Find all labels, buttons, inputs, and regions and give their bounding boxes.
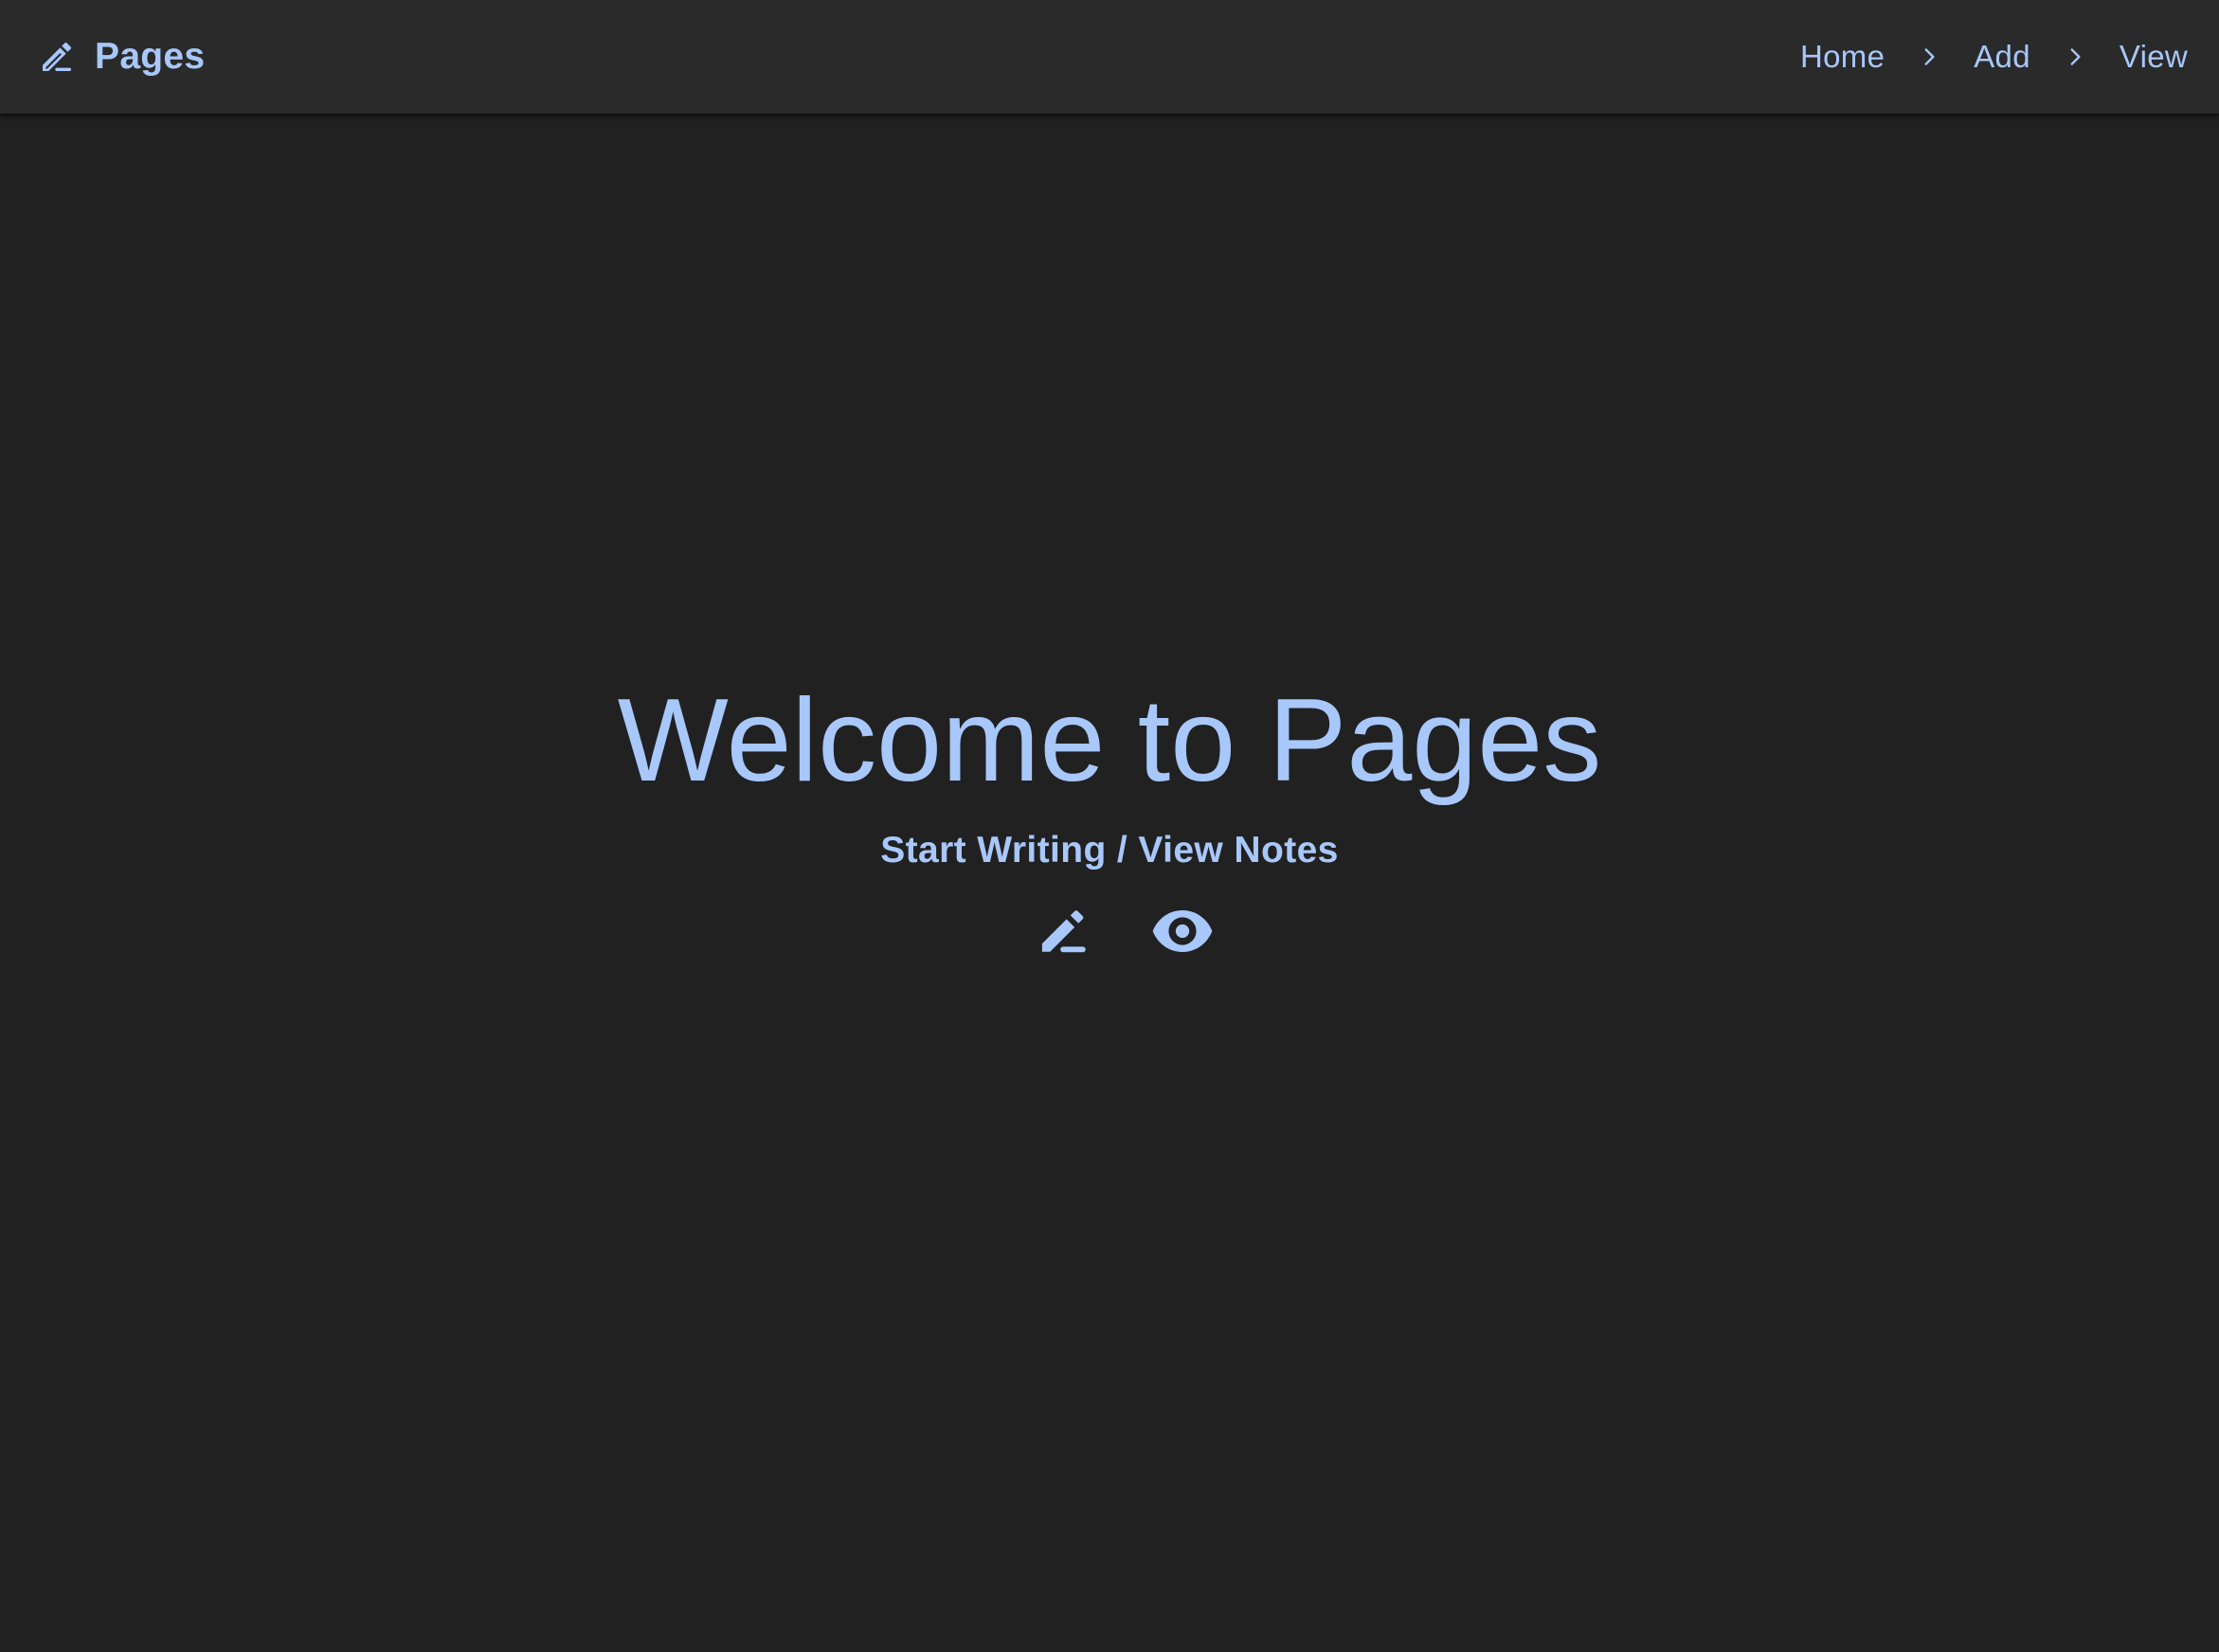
app-title: Pages [95, 36, 206, 77]
edit-pencil-icon [38, 38, 76, 76]
welcome-actions [1005, 906, 1214, 957]
app-root: Pages Home Add View Welcome to Pages Sta… [0, 0, 2219, 1652]
top-app-bar: Pages Home Add View [0, 0, 2219, 114]
breadcrumb-add-link[interactable]: Add [1974, 39, 2030, 75]
start-writing-button[interactable] [1037, 906, 1092, 957]
welcome-section: Welcome to Pages Start Writing / View No… [0, 114, 2219, 1652]
chevron-right-icon [2063, 45, 2087, 69]
edit-pencil-icon [1041, 910, 1086, 953]
breadcrumb: Home Add View [1800, 39, 2188, 75]
eye-icon [1152, 910, 1213, 952]
view-notes-button[interactable] [1151, 907, 1214, 955]
breadcrumb-home-link[interactable]: Home [1800, 39, 1885, 75]
welcome-title: Welcome to Pages [617, 675, 1602, 806]
breadcrumb-view-link[interactable]: View [2120, 39, 2188, 75]
welcome-subtitle: Start Writing / View Notes [880, 830, 1339, 871]
brand-link[interactable]: Pages [38, 36, 205, 78]
chevron-right-icon [1917, 45, 1941, 69]
